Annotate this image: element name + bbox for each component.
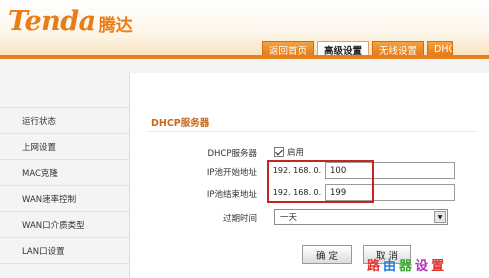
sidebar-item-lan[interactable]: LAN口设置 xyxy=(0,238,129,264)
dhcp-server-label: DHCP服务器 xyxy=(207,149,258,159)
dhcp-enable-toggle[interactable]: 启用 xyxy=(274,146,304,158)
watermark-char: 置 xyxy=(431,259,448,274)
lease-time-value: 一天 xyxy=(280,213,298,223)
dhcp-enable-checkbox[interactable] xyxy=(274,147,284,157)
watermark-char: 路 xyxy=(367,259,384,274)
watermark: 路由器设置 xyxy=(367,255,447,274)
brand-name-en: Tenda xyxy=(8,5,96,37)
chevron-down-icon[interactable]: ▼ xyxy=(434,211,446,223)
ok-button[interactable]: 确 定 xyxy=(302,245,352,264)
brand-name-cn: 腾达 xyxy=(98,15,133,36)
ip-pool-start-label: IP池开始地址 xyxy=(206,168,257,178)
section-divider xyxy=(147,131,477,132)
sidebar-item-internet[interactable]: 上网设置 xyxy=(0,134,129,160)
section-title: DHCP服务器 xyxy=(151,118,210,129)
sidebar-header-spacer xyxy=(0,73,129,108)
sidebar-item-wan-media[interactable]: WAN口介质类型 xyxy=(0,212,129,238)
brand-logo: Tenda 腾达 xyxy=(8,5,133,37)
ip-pool-end-label: IP池结束地址 xyxy=(206,190,257,200)
header-bar: Tenda 腾达 返回首页 高级设置 无线设置 DHCP xyxy=(0,0,489,60)
watermark-char: 设 xyxy=(415,259,432,274)
sidebar-item-mac-clone[interactable]: MAC克隆 xyxy=(0,160,129,186)
dhcp-panel: DHCP服务器 DHCP服务器 启用 IP池开始地址 192. 168. 0. … xyxy=(131,73,489,278)
lease-time-select[interactable]: 一天 ▼ xyxy=(274,209,448,225)
highlight-box xyxy=(267,160,374,203)
watermark-char: 器 xyxy=(399,259,416,274)
sidebar: 运行状态 上网设置 MAC克隆 WAN速率控制 WAN口介质类型 LAN口设置 xyxy=(0,73,130,278)
lease-time-label: 过期时间 xyxy=(222,214,257,224)
sidebar-item-wan-speed[interactable]: WAN速率控制 xyxy=(0,186,129,212)
content-top-band xyxy=(0,59,489,73)
dhcp-enable-label: 启用 xyxy=(287,148,305,158)
watermark-char: 由 xyxy=(383,259,400,274)
sidebar-item-status[interactable]: 运行状态 xyxy=(0,108,129,134)
